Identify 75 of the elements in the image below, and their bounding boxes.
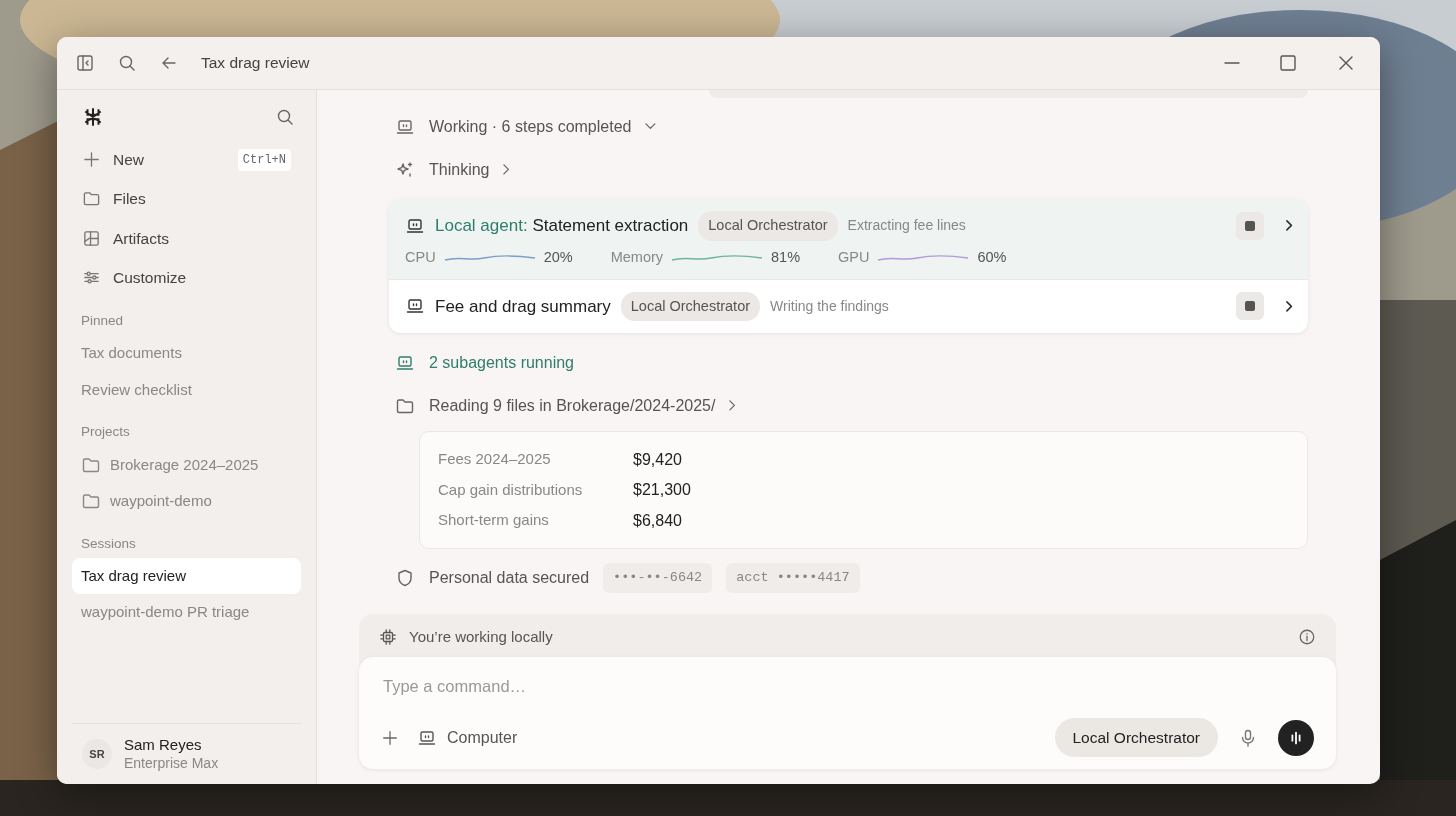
fact-value: $21,300 xyxy=(633,480,691,500)
user-name: Sam Reyes xyxy=(124,735,203,755)
search-icon xyxy=(117,53,137,73)
orchestrator-tag: Local Orchestrator xyxy=(620,291,761,322)
info-icon xyxy=(1298,628,1316,646)
search-icon xyxy=(275,107,295,127)
agent-row[interactable]: Fee and drag summary Local Orchestrator Writing the findings xyxy=(389,278,1308,334)
subagents-status: 2 subagents running xyxy=(429,352,574,373)
fact-label: Short-term gains xyxy=(438,510,550,531)
stop-icon xyxy=(1244,301,1255,312)
search-button[interactable] xyxy=(117,53,137,73)
metric-label: CPU xyxy=(405,247,436,267)
tool-button[interactable]: Computer xyxy=(411,724,524,751)
agent-title: Local agent: Statement extraction xyxy=(435,215,689,238)
stop-button[interactable] xyxy=(1235,211,1264,240)
stop-icon xyxy=(1244,220,1255,231)
agent-title: Fee and drag summary xyxy=(435,295,611,318)
fact-value: $9,420 xyxy=(633,449,682,470)
sidebar-toggle-icon xyxy=(75,53,95,73)
chevron-right-icon xyxy=(729,400,736,412)
sidebar-item[interactable]: Tax drag review xyxy=(72,557,301,595)
fact-label: Fees 2024–2025 xyxy=(438,449,552,470)
agent-status: Extracting fee lines xyxy=(847,216,966,236)
command-input[interactable]: Type a command… xyxy=(381,673,1314,700)
nav-item[interactable]: Files xyxy=(72,179,301,219)
metric-value: 60% xyxy=(977,247,1007,267)
metric-value: 81% xyxy=(771,247,801,267)
step-label: Working · 6 steps completed xyxy=(429,116,632,137)
shortcut-label: Ctrl+N xyxy=(237,148,291,171)
avatar: SR xyxy=(82,738,112,769)
search-button[interactable] xyxy=(275,107,295,127)
maximize-icon xyxy=(1278,53,1298,73)
reading-status: Reading 9 files in Brokerage/2024-2025/ xyxy=(429,395,716,416)
stop-button[interactable] xyxy=(1235,292,1264,321)
step-label: Thinking xyxy=(429,159,490,180)
info-button[interactable] xyxy=(1298,628,1316,646)
voice-button[interactable] xyxy=(1278,719,1314,756)
masked-token: •••-••-6642 xyxy=(603,563,713,594)
agent-row[interactable]: Local agent: Statement extraction Local Orchestrator Extracting fee lines CPU 20% Memory 81% GPU 60% xyxy=(389,199,1308,279)
nav-item[interactable]: Artifacts xyxy=(72,218,301,258)
window-title: Tax drag review xyxy=(201,53,310,74)
banner-text: You’re working locally xyxy=(409,626,553,647)
minimize-icon xyxy=(1224,62,1240,64)
maximize-button[interactable] xyxy=(1278,53,1298,73)
chevron-down-icon xyxy=(645,123,657,130)
metric-label: Memory xyxy=(610,247,664,267)
shield-icon xyxy=(395,568,415,589)
metric-label: GPU xyxy=(838,247,870,267)
nav-item[interactable]: New Ctrl+N xyxy=(72,140,301,180)
model-button[interactable]: Local Orchestrator xyxy=(1054,718,1218,758)
layout-icon xyxy=(82,228,101,248)
metric-value: 20% xyxy=(543,247,573,267)
sidebar-toggle-button[interactable] xyxy=(75,53,95,73)
section-heading: Sessions xyxy=(80,534,137,553)
plus-icon xyxy=(381,728,399,747)
add-button[interactable] xyxy=(381,728,399,747)
masked-token: acct •••••4417 xyxy=(726,563,860,594)
chevron-right-icon xyxy=(1285,300,1292,312)
expand-button[interactable] xyxy=(1285,220,1292,232)
nav-item[interactable]: Customize xyxy=(72,257,301,297)
agent-status: Writing the findings xyxy=(770,296,889,316)
plan-label: Enterprise Max xyxy=(124,754,219,772)
expand-button[interactable] xyxy=(1285,300,1292,312)
logo-icon xyxy=(82,106,104,128)
chevron-right-icon xyxy=(503,164,510,175)
section-heading: Pinned xyxy=(80,312,125,330)
section-heading: Projects xyxy=(80,423,131,442)
fact-value: $6,840 xyxy=(633,510,682,531)
plus-icon xyxy=(82,150,101,170)
chip-icon xyxy=(379,628,397,646)
fact-label: Cap gain distributions xyxy=(438,479,584,500)
sparkle-icon xyxy=(395,159,415,180)
orchestrator-tag: Local Orchestrator xyxy=(698,211,838,241)
chevron-right-icon xyxy=(1285,220,1292,232)
privacy-status: Personal data secured xyxy=(429,568,590,589)
